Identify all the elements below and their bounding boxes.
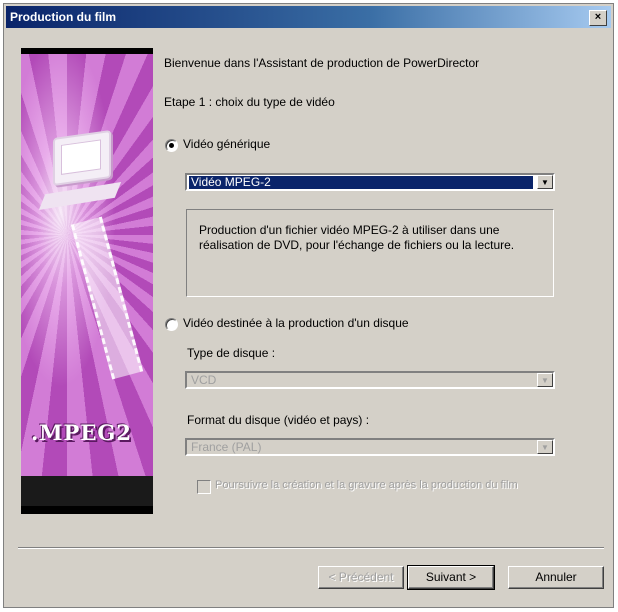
next-button[interactable]: Suivant > [407,565,495,590]
disc-type-label: Type de disque : [187,346,276,360]
cancel-button[interactable]: Annuler [508,566,604,589]
video-format-select[interactable]: Vidéo MPEG-2 ▼ [185,173,555,191]
footer-separator [18,547,604,549]
sidebar-bottom-band [21,476,153,506]
sidebar-banner: .MPEG2 [21,48,153,514]
next-button-label: Suivant > [425,570,477,584]
radio-generic-video[interactable] [165,139,178,152]
step-text: Etape 1 : choix du type de vidéo [164,95,335,109]
chevron-down-icon[interactable]: ▼ [537,175,553,189]
close-button[interactable]: × [589,10,607,26]
format-description-box: Production d'un fichier vidéo MPEG-2 à u… [186,209,554,297]
previous-button[interactable]: < Précédent [318,566,404,589]
window-title: Production du film [10,10,116,24]
radio-disc-video-label[interactable]: Vidéo destinée à la production d'un disq… [183,316,409,330]
video-format-value: Vidéo MPEG-2 [189,176,533,189]
radio-disc-video[interactable] [165,318,178,331]
computer-monitor-icon [53,129,111,187]
cancel-button-label: Annuler [535,570,577,584]
chevron-down-icon[interactable]: ▼ [537,373,553,387]
disc-type-select[interactable]: VCD ▼ [185,371,555,389]
burn-checkbox[interactable] [197,480,211,494]
title-bar[interactable]: Production du film × [6,6,611,28]
format-description-text: Production d'un fichier vidéo MPEG-2 à u… [199,223,515,252]
banner-text: .MPEG2 [31,420,132,445]
radio-generic-video-label[interactable]: Vidéo générique [183,137,270,151]
burn-checkbox-label: Poursuivre la création et la gravure apr… [215,479,518,491]
previous-button-label: < Précédent [328,570,394,584]
disc-format-label: Format du disque (vidéo et pays) : [187,413,370,427]
welcome-text: Bienvenue dans l'Assistant de production… [164,56,480,70]
disc-format-select[interactable]: France (PAL) ▼ [185,438,555,456]
chevron-down-icon[interactable]: ▼ [537,440,553,454]
disc-format-value: France (PAL) [191,440,262,454]
disc-type-value: VCD [191,373,217,387]
